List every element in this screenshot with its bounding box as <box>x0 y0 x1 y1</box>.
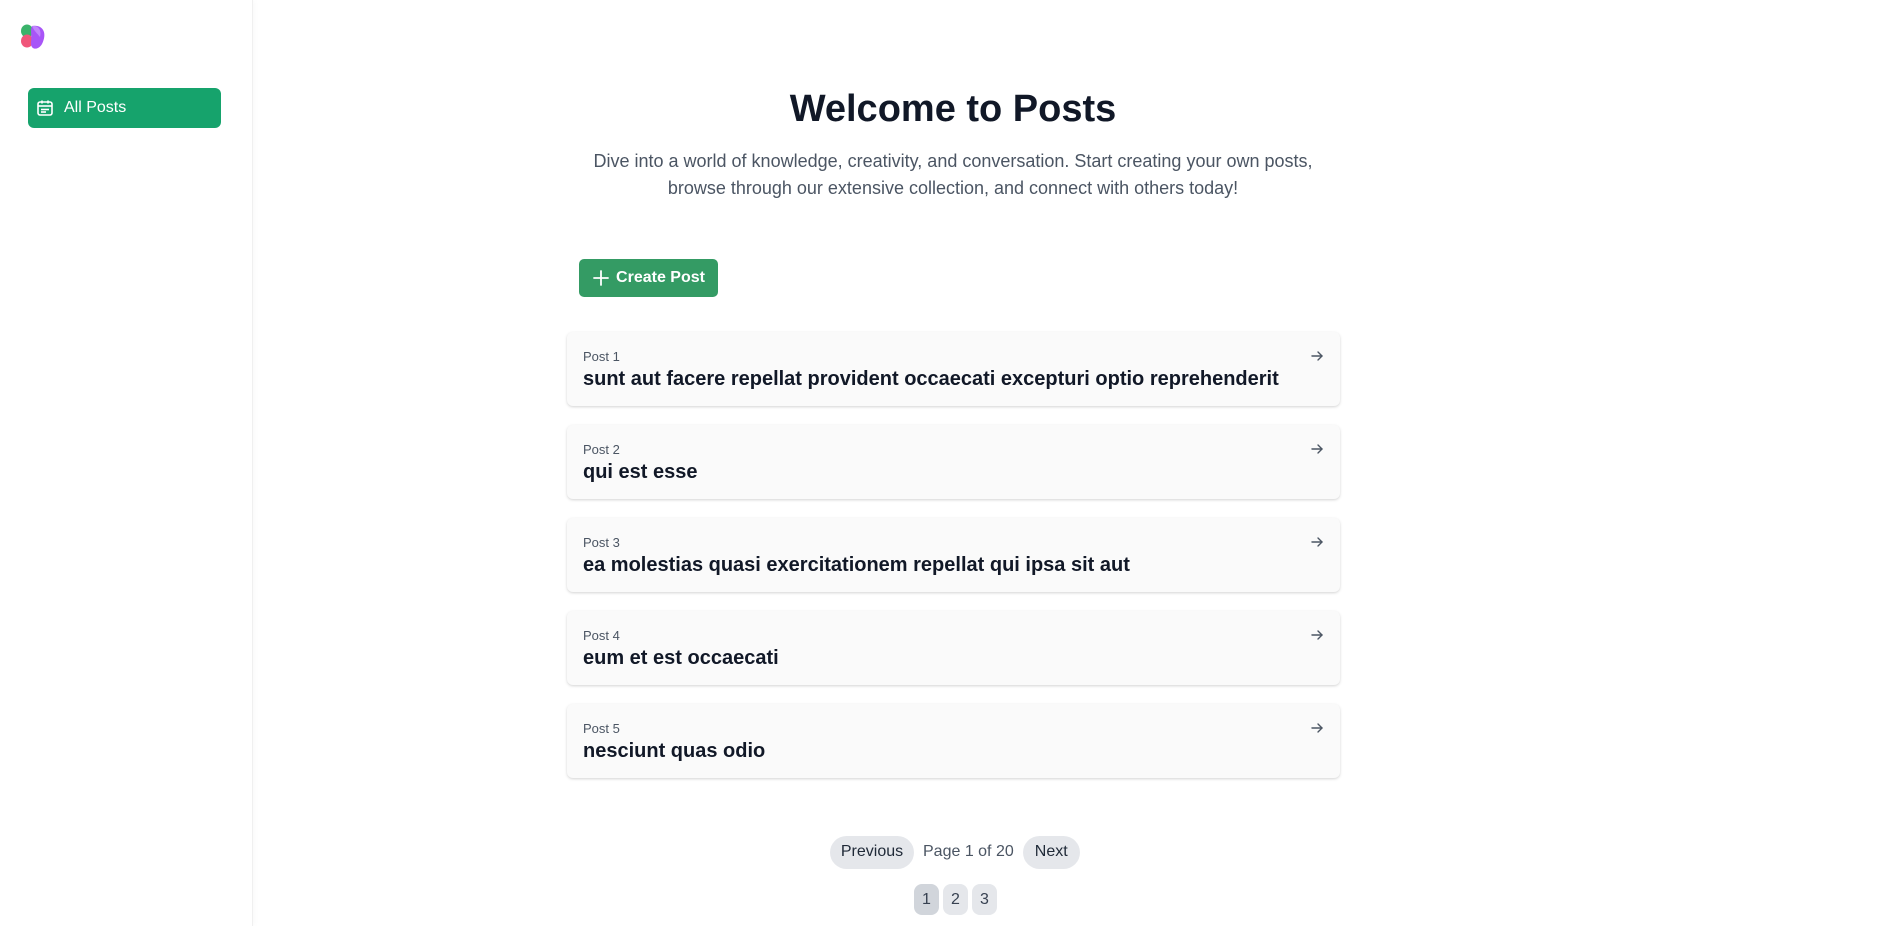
post-title: sunt aut facere repellat provident occae… <box>583 368 1279 390</box>
sidebar-item-all-posts[interactable]: All Posts <box>28 88 221 128</box>
pagination: Previous Page 1 of 20 Next <box>830 835 1080 869</box>
page-button-2[interactable]: 2 <box>943 884 968 915</box>
app: All Posts Welcome to Posts Dive into a w… <box>0 0 1900 926</box>
post-list: Post 1 sunt aut facere repellat providen… <box>567 332 1340 797</box>
create-post-label: Create Post <box>616 269 705 286</box>
post-card[interactable]: Post 1 sunt aut facere repellat providen… <box>567 332 1340 406</box>
page-button-1[interactable]: 1 <box>914 884 939 915</box>
calendar-icon <box>36 99 54 117</box>
plus-icon <box>592 269 610 287</box>
page-subtitle-line-2: browse through our extensive collection,… <box>667 178 1239 198</box>
post-title: eum et est occaecati <box>583 647 779 669</box>
page-number-list: 1 2 3 <box>914 884 1001 915</box>
arrow-right-icon <box>1310 535 1324 549</box>
post-card[interactable]: Post 5 nesciunt quas odio <box>567 704 1340 778</box>
arrow-right-icon <box>1310 721 1324 735</box>
arrow-right-icon <box>1310 442 1324 456</box>
page-subtitle: Dive into a world of knowledge, creativi… <box>583 148 1323 202</box>
arrow-right-icon <box>1310 349 1324 363</box>
post-title: ea molestias quasi exercitationem repell… <box>583 554 1130 576</box>
post-number: Post 5 <box>583 721 620 736</box>
previous-button[interactable]: Previous <box>830 835 914 869</box>
page-subtitle-line-1: Dive into a world of knowledge, creativi… <box>593 151 1313 171</box>
post-number: Post 1 <box>583 349 620 364</box>
create-post-button[interactable]: Create Post <box>579 259 718 297</box>
sidebar-item-label: All Posts <box>64 99 127 116</box>
post-title: qui est esse <box>583 461 698 483</box>
post-card[interactable]: Post 4 eum et est occaecati <box>567 611 1340 685</box>
arrow-right-icon <box>1310 628 1324 642</box>
post-card[interactable]: Post 3 ea molestias quasi exercitationem… <box>567 518 1340 592</box>
next-button[interactable]: Next <box>1022 835 1080 869</box>
sidebar: All Posts <box>0 0 253 926</box>
post-title: nesciunt quas odio <box>583 740 766 762</box>
page-indicator: Page 1 of 20 <box>923 843 1014 860</box>
post-number: Post 3 <box>583 535 620 550</box>
main-content: Welcome to Posts Dive into a world of kn… <box>253 0 1900 926</box>
post-card[interactable]: Post 2 qui est esse <box>567 425 1340 499</box>
app-logo-icon[interactable] <box>18 22 48 52</box>
post-number: Post 2 <box>583 442 620 457</box>
post-number: Post 4 <box>583 628 620 643</box>
page-title: Welcome to Posts <box>789 88 1117 130</box>
page-button-3[interactable]: 3 <box>972 884 997 915</box>
